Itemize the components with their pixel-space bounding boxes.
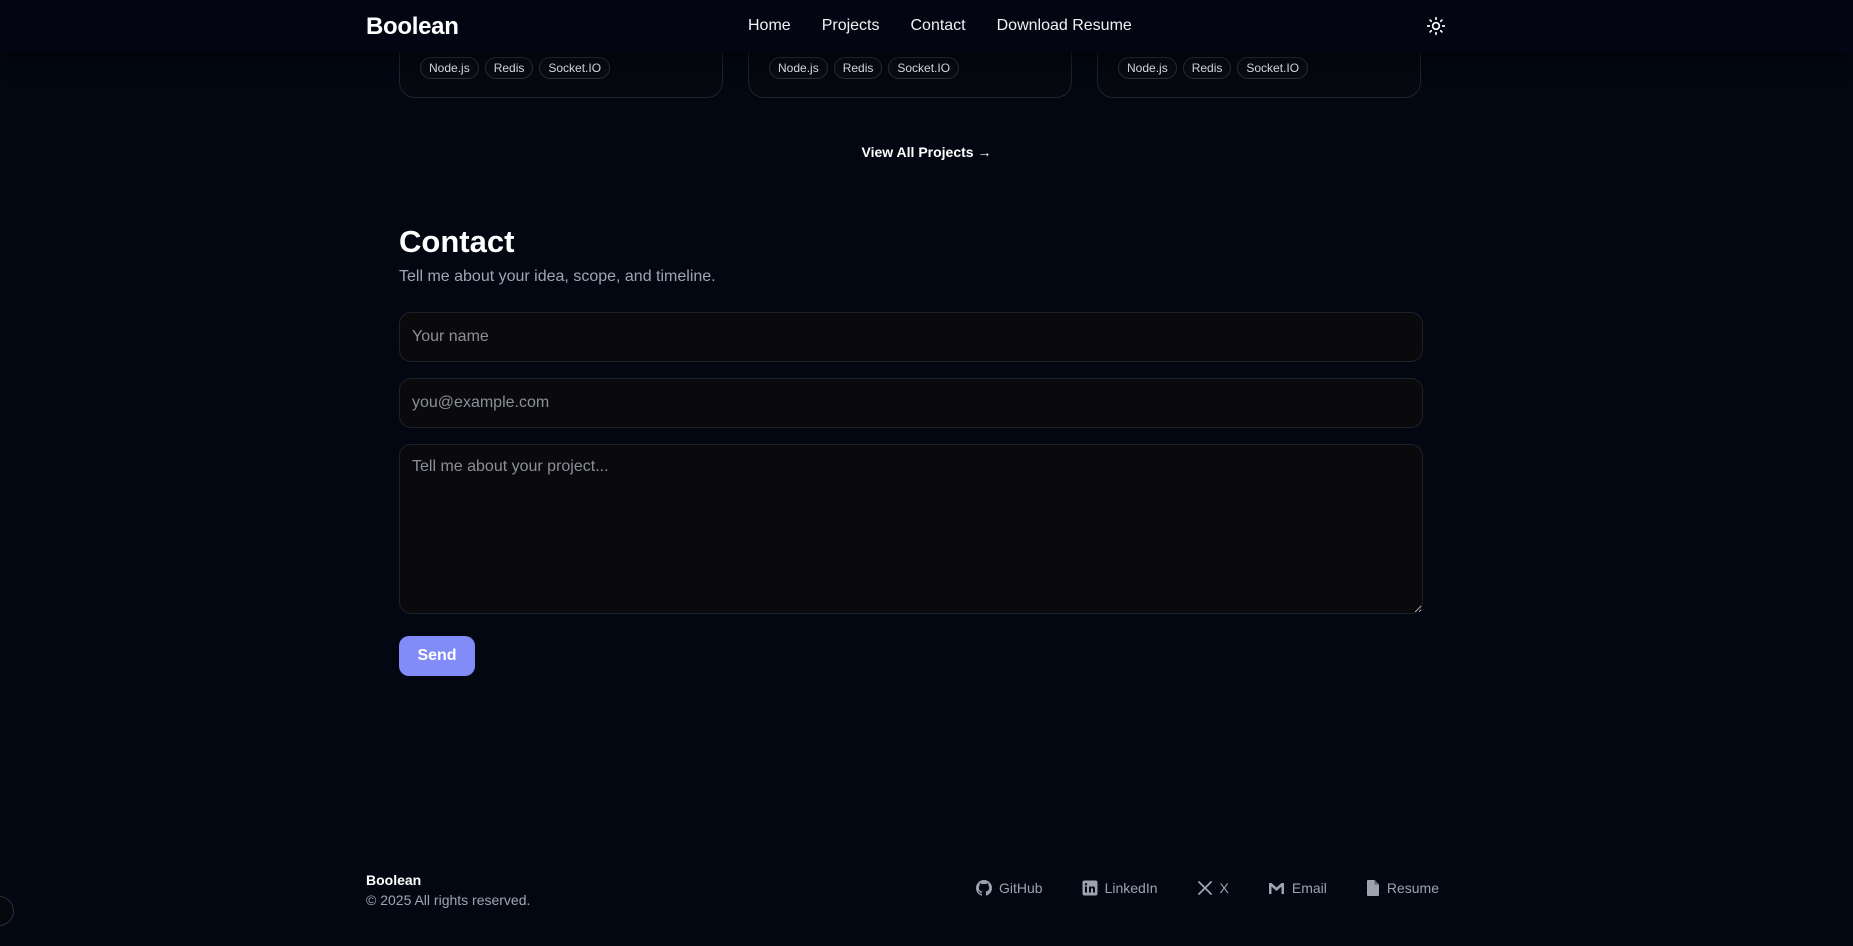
floating-corner-button[interactable] (0, 896, 14, 926)
tag: Redis (484, 57, 534, 79)
footer-link-label: Email (1291, 880, 1327, 896)
footer-copyright: © 2025 All rights reserved. (366, 892, 531, 908)
name-input[interactable] (399, 312, 1423, 362)
tag: Node.js (420, 57, 479, 79)
footer-link-email[interactable]: Email (1268, 880, 1327, 896)
footer-link-label: GitHub (999, 880, 1043, 896)
nav-link-download-resume[interactable]: Download Resume (997, 17, 1132, 35)
footer-link-label: Resume (1386, 880, 1440, 896)
x-icon (1197, 881, 1212, 895)
footer-link-label: X (1219, 880, 1229, 896)
file-icon (1366, 880, 1379, 896)
contact-subtitle: Tell me about your idea, scope, and time… (399, 268, 716, 285)
email-input[interactable] (399, 378, 1423, 428)
sun-icon (1426, 16, 1446, 36)
nav-link-projects[interactable]: Projects (822, 17, 880, 35)
tag: Socket.IO (888, 57, 960, 79)
theme-toggle-button[interactable] (1426, 16, 1446, 36)
footer-links: GitHub LinkedIn X Email Resume (976, 880, 1439, 896)
footer-brand: Boolean (366, 872, 422, 888)
page: Node.js Redis Socket.IO Node.js Redis So… (0, 0, 1853, 946)
tag: Node.js (1118, 57, 1177, 79)
github-icon (976, 880, 992, 896)
send-button[interactable]: Send (399, 636, 475, 676)
nav-links: Home Projects Contact Download Resume (748, 17, 1163, 35)
view-all-projects-link[interactable]: View All Projects → (0, 144, 1853, 160)
mail-icon (1268, 883, 1284, 894)
message-textarea[interactable] (399, 444, 1423, 614)
project-tags: Node.js Redis Socket.IO (420, 57, 611, 79)
tag: Node.js (769, 57, 828, 79)
linkedin-icon (1082, 880, 1098, 896)
tag: Redis (1182, 57, 1232, 79)
tag: Redis (833, 57, 883, 79)
nav-link-home[interactable]: Home (748, 17, 791, 35)
brand-logo[interactable]: Boolean (366, 13, 459, 41)
nav-link-contact[interactable]: Contact (910, 17, 965, 35)
tag: Socket.IO (1237, 57, 1309, 79)
tag: Socket.IO (539, 57, 611, 79)
project-tags: Node.js Redis Socket.IO (1118, 57, 1309, 79)
footer-link-github[interactable]: GitHub (976, 880, 1043, 896)
contact-title: Contact (399, 224, 515, 259)
footer-link-x[interactable]: X (1197, 880, 1229, 896)
footer-link-linkedin[interactable]: LinkedIn (1082, 880, 1158, 896)
navbar: Boolean Home Projects Contact Download R… (0, 0, 1853, 53)
project-tags: Node.js Redis Socket.IO (769, 57, 960, 79)
footer-link-label: LinkedIn (1104, 880, 1158, 896)
footer-link-resume[interactable]: Resume (1366, 880, 1439, 896)
